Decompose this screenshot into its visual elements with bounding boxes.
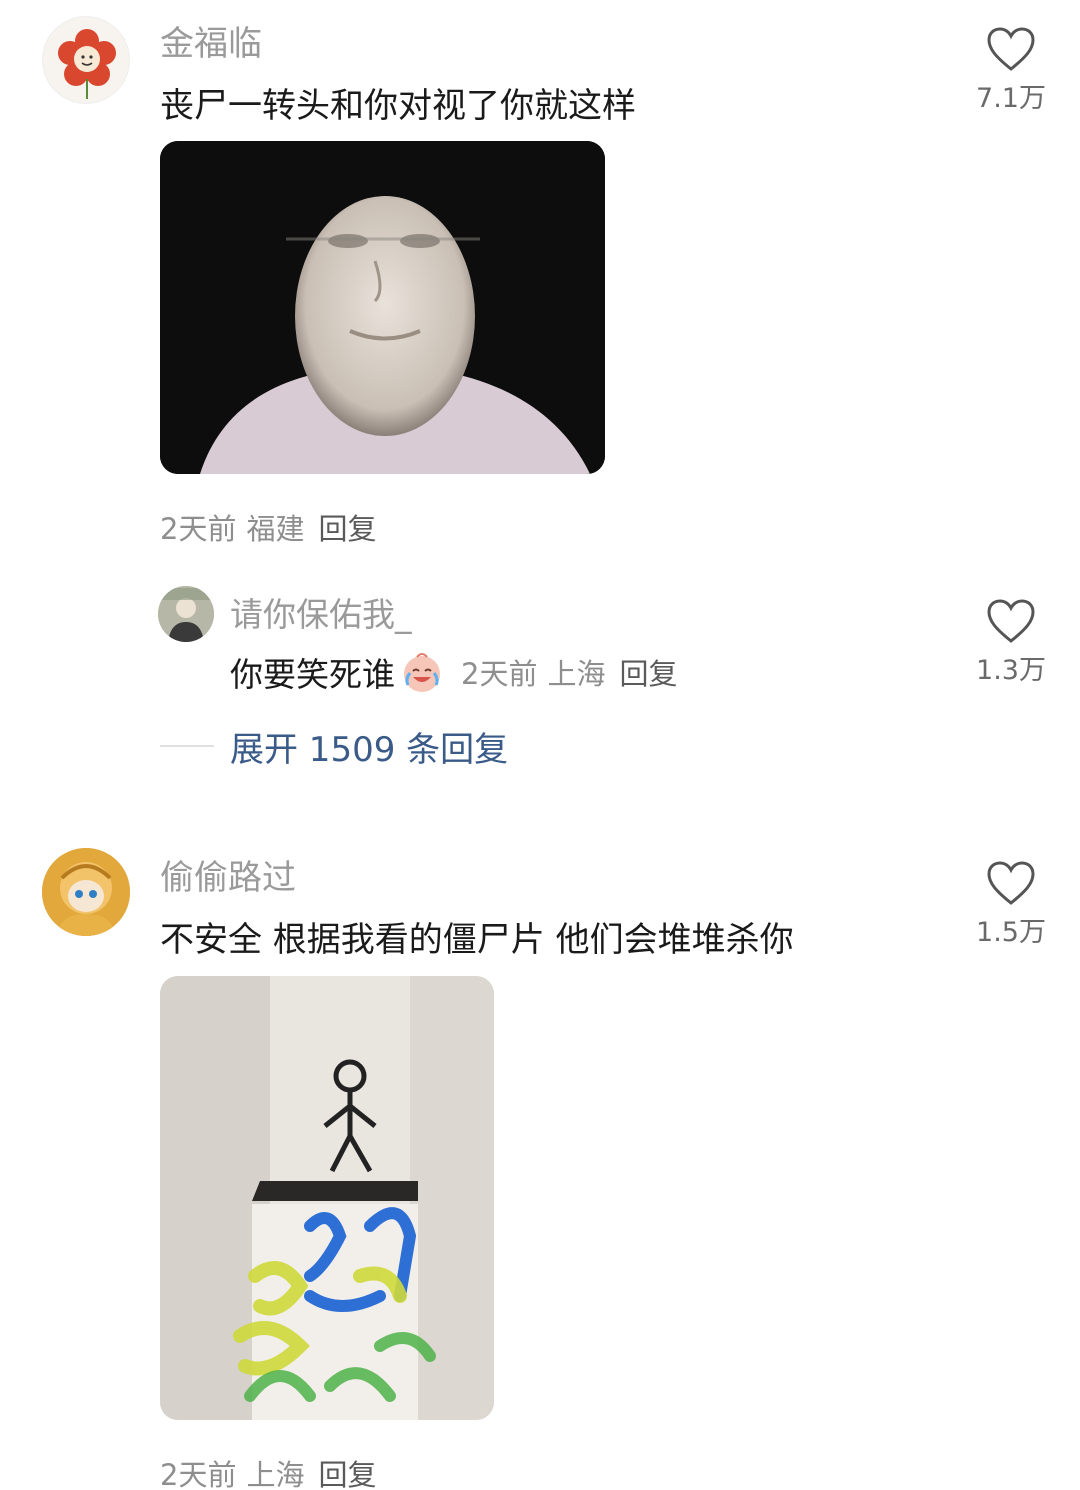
expand-replies-link[interactable]: 展开 1509 条回复 [160,722,508,771]
reply-button[interactable]: 回复 [318,1458,376,1490]
reply-meta: 2天前 上海 回复 [461,651,677,693]
reply-content[interactable]: 你要笑死谁 2天前 上海 回复 [230,648,677,696]
comment-location: 上海 [246,1458,305,1490]
comment-username[interactable]: 金福临 [160,16,262,65]
comment-time: 2天前 [160,512,237,546]
anime-character-avatar-icon [42,848,130,936]
reply-like-button[interactable]: 1.3万 [966,598,1056,687]
reply-time: 2天前 [461,657,538,691]
reply-button[interactable]: 回复 [318,512,376,546]
reply-reply-button[interactable]: 回复 [619,657,677,691]
crying-laughing-face-icon [399,649,445,695]
avatar-anime[interactable] [42,848,130,936]
like-button[interactable]: 7.1万 [966,26,1056,115]
expand-divider [160,745,214,747]
like-count: 7.1万 [976,83,1046,114]
comment-meta: 2天前 福建 回复 [160,506,376,548]
comment-meta: 2天前 上海 回复 [160,1452,376,1490]
reply-avatar[interactable] [158,586,214,642]
flower-avatar-icon [58,29,116,99]
comment-username[interactable]: 偷偷路过 [160,850,296,899]
like-button[interactable]: 1.5万 [966,860,1056,949]
person-avatar-icon [158,586,214,642]
heart-icon [987,861,1035,905]
avatar-flower[interactable] [42,16,130,104]
reply-text: 你要笑死谁 [230,655,395,694]
comment-image-stick-figure[interactable] [160,976,494,1420]
meme-face-image [160,141,605,474]
comment-time: 2天前 [160,1458,237,1490]
comment-location: 福建 [246,512,305,546]
comment-text[interactable]: 丧尸一转头和你对视了你就这样 [160,78,636,127]
comment-image-zombie-meme[interactable] [160,141,605,474]
expand-replies-label[interactable]: 展开 1509 条回复 [230,722,508,771]
comment-text[interactable]: 不安全 根据我看的僵尸片 他们会堆堆杀你 [160,912,794,961]
like-count: 1.3万 [976,655,1046,686]
reply-location: 上海 [547,657,606,691]
heart-icon [987,599,1035,643]
reply-username[interactable]: 请你保佑我_ [230,588,412,636]
stick-figure-wall-image [160,976,494,1420]
heart-icon [987,27,1035,71]
like-count: 1.5万 [976,917,1046,948]
